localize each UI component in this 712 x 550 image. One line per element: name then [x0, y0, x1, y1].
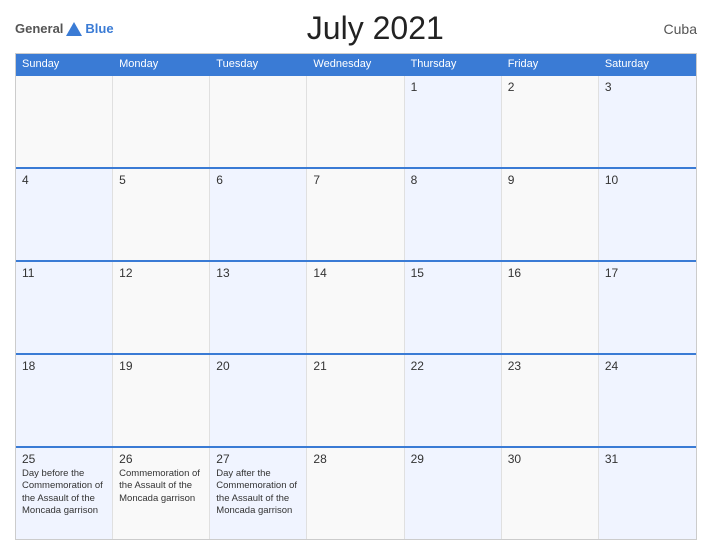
day-num: 4	[22, 173, 106, 187]
cell-w5-thu: 29	[405, 448, 502, 539]
cell-w4-sat: 24	[599, 355, 696, 446]
day-num: 17	[605, 266, 690, 280]
day-num: 15	[411, 266, 495, 280]
day-num: 1	[411, 80, 495, 94]
col-header-tuesday: Tuesday	[210, 54, 307, 74]
cell-w1-sat: 3	[599, 76, 696, 167]
page-title: July 2021	[114, 10, 637, 47]
day-num: 5	[119, 173, 203, 187]
day-num: 11	[22, 266, 106, 280]
day-num: 14	[313, 266, 397, 280]
day-num: 25	[22, 452, 106, 466]
cell-w2-thu: 8	[405, 169, 502, 260]
logo-general-text: General	[15, 21, 63, 36]
day-num: 6	[216, 173, 300, 187]
calendar: Sunday Monday Tuesday Wednesday Thursday…	[15, 53, 697, 540]
event-jul26: Commemoration of the Assault of the Monc…	[119, 468, 203, 505]
cell-w3-fri: 16	[502, 262, 599, 353]
cell-w3-sun: 11	[16, 262, 113, 353]
cell-w4-mon: 19	[113, 355, 210, 446]
cell-w5-sun: 25 Day before the Commemoration of the A…	[16, 448, 113, 539]
cell-w1-thu: 1	[405, 76, 502, 167]
country-label: Cuba	[637, 21, 697, 37]
cell-w3-thu: 15	[405, 262, 502, 353]
cell-w3-tue: 13	[210, 262, 307, 353]
day-num: 29	[411, 452, 495, 466]
day-num: 24	[605, 359, 690, 373]
col-header-wednesday: Wednesday	[307, 54, 404, 74]
cell-w1-wed	[307, 76, 404, 167]
page: General Blue July 2021 Cuba Sunday Monda…	[0, 0, 712, 550]
day-num: 3	[605, 80, 690, 94]
week-5: 25 Day before the Commemoration of the A…	[16, 446, 696, 539]
event-jul27: Day after the Commemoration of the Assau…	[216, 468, 300, 517]
cell-w2-sun: 4	[16, 169, 113, 260]
day-num: 13	[216, 266, 300, 280]
col-header-friday: Friday	[502, 54, 599, 74]
calendar-body: 1 2 3 4 5 6	[16, 74, 696, 539]
logo: General Blue	[15, 21, 114, 36]
cell-w4-fri: 23	[502, 355, 599, 446]
calendar-header-row: Sunday Monday Tuesday Wednesday Thursday…	[16, 54, 696, 74]
day-num: 26	[119, 452, 203, 466]
cell-w3-mon: 12	[113, 262, 210, 353]
cell-w2-wed: 7	[307, 169, 404, 260]
cell-w5-tue: 27 Day after the Commemoration of the As…	[210, 448, 307, 539]
cell-w5-sat: 31	[599, 448, 696, 539]
cell-w2-sat: 10	[599, 169, 696, 260]
day-num: 12	[119, 266, 203, 280]
day-num: 21	[313, 359, 397, 373]
cell-w1-tue	[210, 76, 307, 167]
cell-w4-wed: 21	[307, 355, 404, 446]
day-num: 23	[508, 359, 592, 373]
day-num: 10	[605, 173, 690, 187]
cell-w5-mon: 26 Commemoration of the Assault of the M…	[113, 448, 210, 539]
day-num: 2	[508, 80, 592, 94]
col-header-saturday: Saturday	[599, 54, 696, 74]
cell-w4-sun: 18	[16, 355, 113, 446]
cell-w1-mon	[113, 76, 210, 167]
week-3: 11 12 13 14 15 16 17	[16, 260, 696, 353]
cell-w2-fri: 9	[502, 169, 599, 260]
day-num: 16	[508, 266, 592, 280]
day-num: 27	[216, 452, 300, 466]
logo-blue-text: Blue	[85, 21, 113, 36]
header: General Blue July 2021 Cuba	[15, 10, 697, 47]
week-1: 1 2 3	[16, 74, 696, 167]
cell-w4-tue: 20	[210, 355, 307, 446]
day-num: 8	[411, 173, 495, 187]
day-num: 20	[216, 359, 300, 373]
day-num: 28	[313, 452, 397, 466]
day-num: 31	[605, 452, 690, 466]
col-header-thursday: Thursday	[405, 54, 502, 74]
cell-w5-wed: 28	[307, 448, 404, 539]
day-num: 9	[508, 173, 592, 187]
cell-w4-thu: 22	[405, 355, 502, 446]
day-num: 19	[119, 359, 203, 373]
cell-w1-fri: 2	[502, 76, 599, 167]
day-num: 7	[313, 173, 397, 187]
day-num: 18	[22, 359, 106, 373]
logo-triangle-icon	[66, 22, 82, 36]
week-2: 4 5 6 7 8 9 10	[16, 167, 696, 260]
col-header-monday: Monday	[113, 54, 210, 74]
cell-w3-sat: 17	[599, 262, 696, 353]
day-num: 22	[411, 359, 495, 373]
cell-w2-mon: 5	[113, 169, 210, 260]
col-header-sunday: Sunday	[16, 54, 113, 74]
cell-w2-tue: 6	[210, 169, 307, 260]
event-jul25: Day before the Commemoration of the Assa…	[22, 468, 106, 517]
cell-w5-fri: 30	[502, 448, 599, 539]
week-4: 18 19 20 21 22 23 24	[16, 353, 696, 446]
cell-w1-sun	[16, 76, 113, 167]
day-num: 30	[508, 452, 592, 466]
cell-w3-wed: 14	[307, 262, 404, 353]
